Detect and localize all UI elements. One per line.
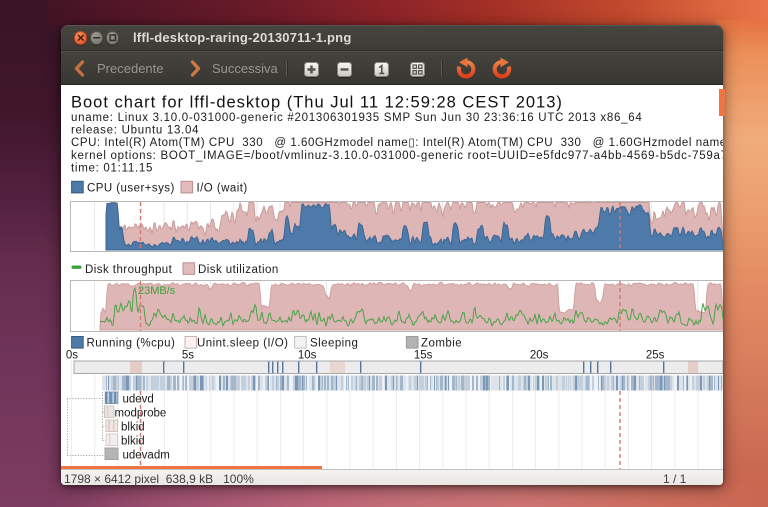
svg-text:uname: Linux 3.10.0-031000-gen: uname: Linux 3.10.0-031000-generic #2013… — [71, 112, 642, 124]
svg-text:blkid: blkid — [121, 422, 145, 434]
svg-text:10s: 10s — [298, 350, 317, 362]
svg-text:kernel options: BOOT_IMAGE=/bo: kernel options: BOOT_IMAGE=/boot/vmlinuz… — [71, 150, 723, 162]
svg-text:20s: 20s — [530, 350, 549, 362]
svg-text:Zombie: Zombie — [421, 338, 462, 350]
svg-text:release: Ubuntu 13.04: release: Ubuntu 13.04 — [71, 125, 199, 137]
svg-text:time: 01:11.15: time: 01:11.15 — [71, 163, 153, 175]
svg-text:I/O (wait): I/O (wait) — [197, 182, 248, 194]
svg-text:23MB/s: 23MB/s — [138, 285, 176, 297]
svg-text:15s: 15s — [414, 350, 433, 362]
svg-text:modprobe: modprobe — [115, 408, 167, 420]
svg-text:Disk throughput: Disk throughput — [85, 264, 173, 276]
svg-text:Unint.sleep (I/O): Unint.sleep (I/O) — [197, 338, 288, 350]
svg-text:CPU (user+sys): CPU (user+sys) — [87, 182, 175, 194]
svg-text:5s: 5s — [182, 350, 194, 362]
svg-text:blkid: blkid — [121, 436, 145, 448]
svg-text:udevadm: udevadm — [123, 450, 170, 462]
svg-text:CPU: Intel(R) Atom(TM) CPU 33: CPU: Intel(R) Atom(TM) CPU 330 @ 1.60GHz… — [71, 137, 723, 149]
svg-text:Boot chart for lffl-desktop (T: Boot chart for lffl-desktop (Thu Jul 11 … — [71, 94, 563, 112]
svg-text:udevd: udevd — [123, 394, 154, 406]
svg-text:0s: 0s — [66, 350, 78, 362]
svg-text:Disk utilization: Disk utilization — [198, 264, 279, 276]
svg-text:Sleeping: Sleeping — [310, 338, 358, 350]
svg-text:Running (%cpu): Running (%cpu) — [87, 338, 176, 350]
svg-text:25s: 25s — [646, 350, 665, 362]
